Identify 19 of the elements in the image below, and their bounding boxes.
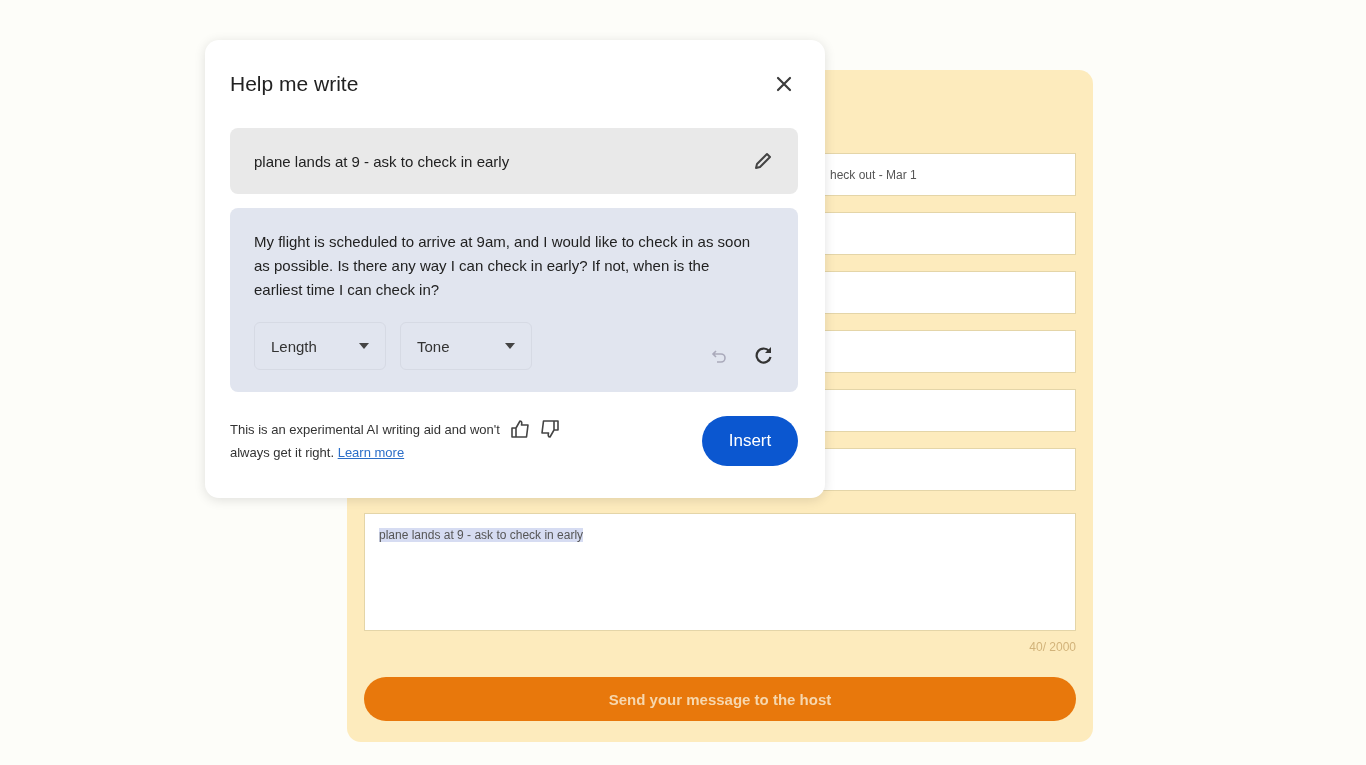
caret-icon	[359, 343, 369, 349]
message-field[interactable]: plane lands at 9 - ask to check in early	[364, 513, 1076, 631]
close-icon[interactable]	[776, 76, 792, 92]
draft-text: My flight is scheduled to arrive at 9am, and I would like to check in as soon as possible. Is there any way I can check in early? If not, when is the earliest time I can check in?	[254, 232, 752, 300]
learn-more-link[interactable]: Learn more	[337, 445, 405, 460]
insert-button[interactable]: Insert	[702, 416, 798, 466]
pencil-icon[interactable]	[752, 150, 774, 172]
option-dropdown[interactable]: Length	[254, 322, 386, 370]
character-counter: 40/ 2000	[1028, 640, 1076, 654]
disclaimer-text: This is an experimental AI writing aid and won't always get it right. Learn more	[230, 421, 501, 462]
dialog-title: Help me write	[230, 72, 359, 96]
refresh-icon[interactable]	[754, 345, 774, 365]
prompt-field[interactable]: plane lands at 9 - ask to check in early	[230, 128, 798, 194]
thumbs-down-icon[interactable]	[538, 419, 560, 439]
thumbs-up-icon[interactable]	[510, 419, 532, 439]
message-text: plane lands at 9 - ask to check in early	[379, 528, 584, 542]
option-dropdown[interactable]: Tone	[400, 322, 532, 370]
caret-icon	[505, 343, 515, 349]
prompt-text: plane lands at 9 - ask to check in early	[254, 152, 510, 170]
